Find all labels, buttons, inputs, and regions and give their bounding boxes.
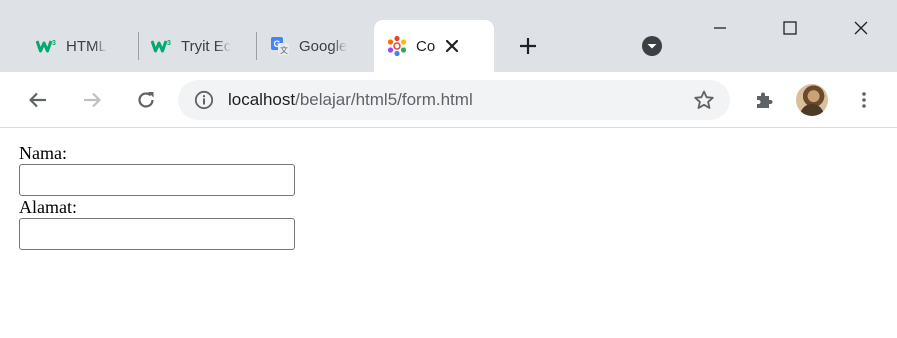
arrow-right-icon — [84, 92, 101, 108]
tab-title: HTML — [66, 37, 107, 55]
tab-tryit-editor[interactable]: 3 Tryit Ec — [139, 20, 255, 72]
tab-strip: 3 HTML 3 Tryit Ec G 文 Google Co — [0, 0, 897, 72]
avatar-figure — [800, 104, 824, 116]
new-tab-button[interactable] — [512, 30, 544, 62]
tab-active[interactable]: Co — [374, 20, 494, 72]
menu-button[interactable] — [846, 82, 882, 118]
chevron-down-circle-icon — [642, 36, 662, 56]
colorful-star-icon — [386, 35, 408, 57]
alamat-input[interactable] — [19, 218, 295, 250]
close-icon — [854, 21, 868, 35]
profile-avatar[interactable] — [796, 84, 828, 116]
url-path: /belajar/html5/form.html — [295, 90, 473, 109]
plus-icon — [520, 38, 536, 54]
reload-icon — [138, 92, 154, 108]
tab-google-translate[interactable]: G 文 Google — [257, 20, 370, 72]
w3schools-icon: 3 — [36, 35, 58, 57]
minimize-button[interactable] — [697, 0, 743, 56]
tab-title: Google — [299, 37, 348, 55]
extensions-button[interactable] — [746, 82, 782, 118]
svg-text:3: 3 — [167, 40, 171, 47]
tab-title: Tryit Ec — [181, 37, 232, 55]
info-icon[interactable] — [192, 88, 216, 112]
forward-button[interactable] — [74, 82, 110, 118]
arrow-left-icon — [29, 92, 46, 108]
nama-input[interactable] — [19, 164, 295, 196]
maximize-button[interactable] — [767, 0, 813, 56]
reload-button[interactable] — [128, 82, 164, 118]
more-vertical-icon — [862, 92, 866, 108]
alamat-label: Alamat: — [19, 197, 77, 217]
google-translate-icon: G 文 — [269, 35, 291, 57]
nama-label: Nama: — [19, 143, 67, 163]
svg-text:文: 文 — [280, 45, 288, 55]
tab-html[interactable]: 3 HTML — [24, 20, 128, 72]
bookmark-star-icon[interactable] — [692, 88, 716, 112]
minimize-icon — [714, 27, 726, 29]
back-button[interactable] — [20, 82, 56, 118]
page-content: Nama: Alamat: — [0, 129, 897, 338]
url-text: localhost/belajar/html5/form.html — [228, 90, 473, 110]
browser-toolbar: localhost/belajar/html5/form.html — [0, 72, 897, 128]
address-bar[interactable]: localhost/belajar/html5/form.html — [178, 80, 730, 120]
puzzle-icon — [757, 92, 773, 108]
svg-text:3: 3 — [52, 40, 56, 47]
close-window-button[interactable] — [838, 0, 884, 56]
maximize-icon — [783, 21, 797, 35]
url-host: localhost — [228, 90, 296, 109]
close-tab-icon[interactable] — [441, 35, 463, 57]
tab-search-button[interactable] — [636, 30, 668, 62]
w3schools-icon: 3 — [151, 35, 173, 57]
form: Nama: Alamat: — [19, 142, 897, 250]
tab-title: Co — [416, 37, 436, 55]
